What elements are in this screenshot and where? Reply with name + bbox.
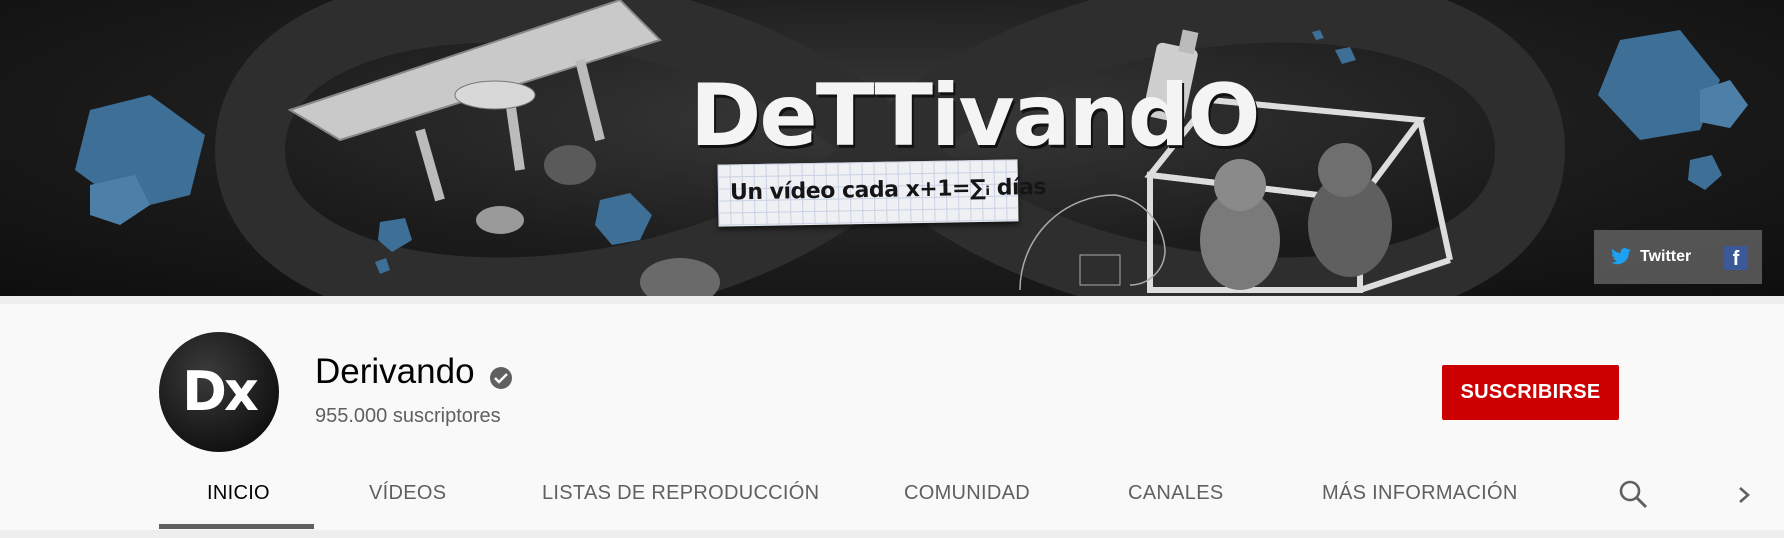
- tab-videos[interactable]: VÍDEOS: [369, 482, 446, 505]
- tagline-text: Un vídeo cada x+1=∑ᵢ días: [729, 174, 1047, 206]
- tab-canales[interactable]: CANALES: [1128, 482, 1223, 505]
- social-links: Twitter f: [1594, 230, 1762, 284]
- active-tab-indicator: [159, 524, 314, 529]
- tab-playlists[interactable]: LISTAS DE REPRODUCCIÓN: [542, 482, 819, 505]
- tab-mas-informacion[interactable]: MÁS INFORMACIÓN: [1322, 482, 1518, 505]
- avatar[interactable]: Dx: [159, 332, 279, 452]
- subscriber-count: 955.000 suscriptores: [315, 405, 501, 427]
- banner-logo: DeTTivandO: [690, 66, 1260, 166]
- banner-tagline: Un vídeo cada x+1=∑ᵢ días: [717, 159, 1046, 227]
- bottom-divider: [0, 530, 1784, 538]
- search-icon[interactable]: [1617, 478, 1651, 512]
- twitter-bird-icon: [1611, 248, 1631, 265]
- chevron-right-icon[interactable]: [1732, 480, 1756, 510]
- avatar-text: Dx: [182, 360, 259, 423]
- subscribe-button[interactable]: SUSCRIBIRSE: [1442, 365, 1619, 420]
- verified-check-icon: [490, 367, 512, 389]
- twitter-label: Twitter: [1640, 248, 1692, 265]
- tab-inicio[interactable]: INICIO: [207, 482, 270, 505]
- channel-name: Derivando: [315, 352, 475, 391]
- facebook-icon[interactable]: f: [1724, 246, 1748, 270]
- twitter-link[interactable]: Twitter: [1610, 248, 1691, 266]
- channel-banner: DeTTivandO Un vídeo cada x+1=∑ᵢ días Twi…: [0, 0, 1784, 296]
- tab-comunidad[interactable]: COMUNIDAD: [904, 482, 1030, 505]
